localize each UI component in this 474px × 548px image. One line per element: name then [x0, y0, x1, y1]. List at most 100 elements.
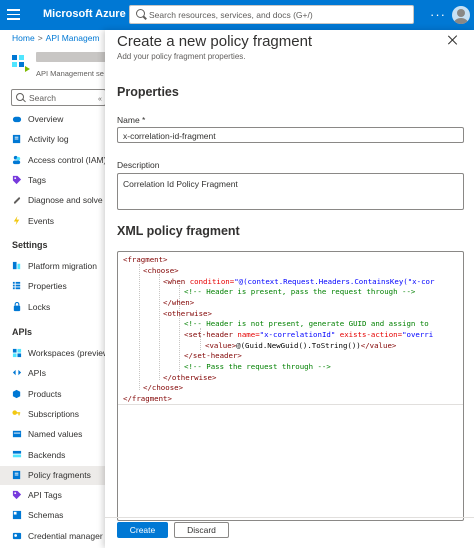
policy-icon: [12, 470, 21, 479]
sidebar-item-backends[interactable]: Backends: [0, 446, 105, 465]
settings-section-header: Settings: [12, 240, 48, 250]
breadcrumb-home[interactable]: Home: [12, 33, 35, 43]
sidebar-item-tags[interactable]: Tags: [0, 171, 105, 190]
xml-code-editor[interactable]: <fragment> <choose> <when condition="@(c…: [117, 251, 464, 521]
sidebar-item-label: Access control (IAM): [28, 154, 105, 165]
named-values-icon: [12, 431, 22, 438]
lightning-icon: [13, 215, 20, 225]
code-line-7: <!-- Header is not present, generate GUI…: [184, 319, 429, 328]
api-icon: [12, 370, 22, 376]
code-line-10: </set-header>: [184, 351, 242, 360]
backends-icon: [12, 450, 22, 457]
create-button[interactable]: Create: [117, 522, 168, 538]
sidebar-item-label: Products: [28, 388, 62, 399]
footer-divider: [105, 517, 474, 518]
breadcrumb: Home > API Managem: [12, 33, 100, 43]
global-search-placeholder: Search resources, services, and docs (G+…: [149, 10, 313, 20]
apis-section-header: APIs: [12, 327, 33, 337]
wrench-icon: [13, 197, 21, 205]
sidebar-item-api-tags[interactable]: API Tags: [0, 486, 105, 505]
resource-menu: Home > API Managem API Management se Searc…: [0, 30, 105, 548]
log-icon: [12, 135, 21, 144]
sidebar-item-properties[interactable]: Properties: [0, 277, 105, 296]
menu-search-placeholder: Search: [29, 93, 56, 103]
discard-button[interactable]: Discard: [174, 522, 229, 538]
breadcrumb-current[interactable]: API Managem: [46, 33, 100, 43]
collapse-icon[interactable]: «: [98, 96, 102, 103]
description-label: Description: [117, 160, 160, 170]
products-icon: [12, 389, 21, 398]
workspaces-icon: [12, 348, 22, 358]
code-line-11: <!-- Pass the request through -->: [184, 362, 331, 371]
api-management-icon: [12, 55, 30, 72]
sidebar-item-workspaces-preview[interactable]: Workspaces (preview: [0, 344, 105, 363]
people-icon: [12, 155, 21, 164]
sidebar-item-label: Activity log: [28, 134, 69, 145]
lock-icon: [13, 301, 21, 311]
sidebar-item-credential-manager[interactable]: Credential manager: [0, 527, 105, 546]
service-subtitle: API Management se: [36, 69, 104, 78]
sidebar-item-named-values[interactable]: Named values: [0, 425, 105, 444]
cloud-icon: [12, 116, 22, 123]
global-search-input[interactable]: Search resources, services, and docs (G+…: [129, 5, 414, 24]
code-line-5: </when>: [163, 298, 195, 307]
sidebar-item-label: Subscriptions: [28, 408, 80, 419]
sidebar-item-products[interactable]: Products: [0, 385, 105, 404]
tag-icon: [12, 175, 22, 184]
code-line-1: <fragment>: [123, 255, 168, 264]
properties-icon: [12, 282, 21, 290]
more-options-icon[interactable]: ···: [430, 7, 446, 22]
sidebar-item-label: Diagnose and solve p: [28, 195, 105, 206]
sidebar-item-apis[interactable]: APIs: [0, 364, 105, 383]
sidebar-item-overview[interactable]: Overview: [0, 110, 105, 129]
service-name-redacted: [36, 52, 105, 62]
sidebar-item-access-control-iam[interactable]: Access control (IAM): [0, 151, 105, 170]
breadcrumb-separator: >: [37, 33, 43, 43]
sidebar-item-label: Locks: [28, 301, 51, 312]
xml-heading: XML policy fragment: [117, 224, 240, 238]
search-icon: [136, 9, 145, 18]
sidebar-item-label: API Tags: [28, 490, 62, 501]
panel-subtitle: Add your policy fragment properties.: [117, 52, 246, 61]
sidebar-item-activity-log[interactable]: Activity log: [0, 130, 105, 149]
menu-search-input[interactable]: Search: [11, 89, 105, 106]
sidebar-item-diagnose-and-solve-p[interactable]: Diagnose and solve p: [0, 191, 105, 210]
sidebar-item-label: Workspaces (preview: [28, 348, 105, 358]
code-line-8: <set-header name="x-correlationId" exist…: [184, 330, 434, 339]
create-policy-fragment-panel: Create a new policy fragment Add your po…: [105, 30, 474, 548]
avatar[interactable]: [452, 6, 470, 24]
name-input[interactable]: x-correlation-id-fragment: [117, 127, 464, 143]
sidebar-item-label: APIs: [28, 368, 46, 379]
sidebar-item-label: Overview: [28, 114, 64, 124]
sidebar-item-label: Credential manager: [28, 530, 103, 541]
sidebar-item-label: Tags: [28, 174, 46, 185]
sidebar-item-subscriptions[interactable]: Subscriptions: [0, 405, 105, 424]
top-bar: Microsoft Azure Search resources, servic…: [0, 0, 474, 30]
sidebar-item-events[interactable]: Events: [0, 212, 105, 231]
panel-title: Create a new policy fragment: [117, 33, 313, 50]
sidebar-item-label: Named values: [28, 429, 83, 440]
sidebar-item-label: Backends: [28, 449, 66, 460]
sidebar-item-policy-fragments[interactable]: Policy fragments: [0, 465, 105, 485]
credential-icon: [12, 532, 22, 539]
close-icon[interactable]: [447, 34, 459, 46]
name-label: Name *: [117, 115, 146, 125]
sidebar-item-label: Platform migration: [28, 261, 97, 271]
sidebar-item-locks[interactable]: Locks: [0, 298, 105, 317]
hamburger-menu-icon[interactable]: [7, 9, 20, 20]
sidebar-item-label: Events: [28, 215, 54, 226]
indent-guide: [139, 264, 140, 390]
migration-icon: [12, 261, 21, 270]
indent-guide: [159, 274, 160, 380]
search-icon: [16, 93, 24, 101]
brand-title[interactable]: Microsoft Azure: [43, 8, 126, 20]
description-textarea[interactable]: Correlation Id Policy Fragment: [117, 173, 464, 210]
editor-divider: [118, 404, 463, 405]
sidebar-item-schemas[interactable]: Schemas: [0, 506, 105, 525]
sidebar-item-platform-migration[interactable]: Platform migration: [0, 257, 105, 276]
schema-icon: [12, 511, 22, 520]
tag-icon: [12, 491, 22, 500]
sidebar-item-label: Properties: [28, 281, 67, 292]
sidebar-item-label: Policy fragments: [28, 469, 91, 480]
sidebar-item-label: Schemas: [28, 510, 64, 521]
